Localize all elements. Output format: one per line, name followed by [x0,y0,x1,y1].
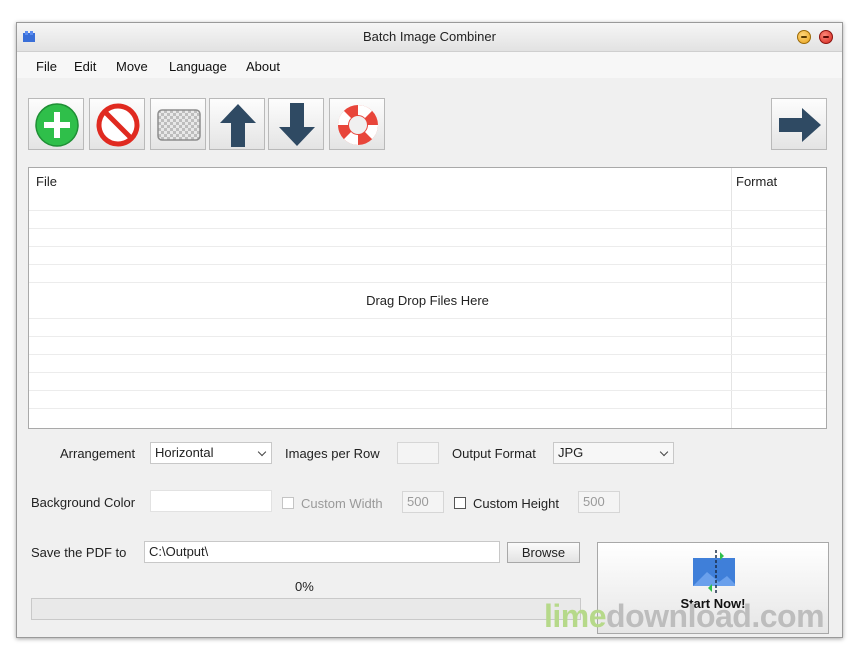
close-button[interactable] [819,30,833,44]
move-up-icon [220,104,256,147]
minimize-button[interactable] [797,30,811,44]
output-format-select[interactable]: JPG [553,442,674,464]
output-format-value: JPG [558,445,584,460]
clear-icon [157,109,201,141]
progress-bar [31,598,581,620]
menu-bar: File Edit Move Language About [17,52,842,78]
add-icon [35,103,79,147]
save-path-value: C:\Output\ [149,544,209,559]
images-per-row-label: Images per Row [285,446,380,461]
custom-width-label: Custom Width [301,496,383,511]
menu-file[interactable]: File [36,59,57,74]
row-line [29,408,826,409]
help-button[interactable] [329,98,385,150]
custom-height-value: 500 [583,494,605,509]
menu-edit[interactable]: Edit [74,59,96,74]
next-step-button[interactable] [771,98,827,150]
save-path-input[interactable]: C:\Output\ [144,541,500,563]
row-line [29,264,826,265]
menu-move[interactable]: Move [116,59,148,74]
custom-width-value: 500 [407,494,429,509]
watermark-part1: lime [544,598,607,634]
file-list[interactable]: File Format Drag Drop Files Here [28,167,827,429]
row-line [29,354,826,355]
drop-zone-hint: Drag Drop Files Here [366,293,489,308]
row-line [29,318,826,319]
row-line [29,210,826,211]
move-down-icon [279,103,315,146]
row-line [29,390,826,391]
custom-height-label: Custom Height [473,496,559,511]
row-line [29,336,826,337]
row-line [29,246,826,247]
next-arrow-icon [779,108,821,142]
help-icon [338,105,378,145]
move-up-button[interactable] [209,98,265,150]
menu-language[interactable]: Language [169,59,227,74]
remove-icon [96,103,140,147]
images-per-row-input[interactable] [397,442,439,464]
save-path-label: Save the PDF to [31,545,127,560]
row-line [29,372,826,373]
arrangement-value: Horizontal [155,445,214,460]
window-title: Batch Image Combiner [363,29,496,44]
combine-images-icon [693,550,735,594]
custom-height-input[interactable]: 500 [578,491,620,513]
custom-width-input[interactable]: 500 [402,491,444,513]
watermark-logo: limedownload.com [544,598,825,635]
row-line [29,282,826,283]
clear-list-button[interactable] [150,98,206,150]
row-line [29,228,826,229]
custom-height-checkbox[interactable] [454,497,466,509]
output-format-label: Output Format [452,446,536,461]
add-files-button[interactable] [28,98,84,150]
column-header-file[interactable]: File [36,174,57,189]
title-bar[interactable]: Batch Image Combiner [17,23,842,52]
watermark-part2: download.com [606,598,825,634]
menu-about[interactable]: About [246,59,280,74]
move-down-button[interactable] [268,98,324,150]
custom-width-checkbox[interactable] [282,497,294,509]
progress-text: 0% [295,579,314,594]
remove-file-button[interactable] [89,98,145,150]
app-window: Batch Image Combiner File Edit Move Lang… [16,22,843,638]
background-color-label: Background Color [31,495,136,510]
arrangement-label: Arrangement [60,446,136,461]
background-color-input[interactable] [150,490,272,512]
arrangement-select[interactable]: Horizontal [150,442,272,464]
column-header-format[interactable]: Format [736,174,777,189]
browse-button[interactable]: Browse [507,542,580,563]
